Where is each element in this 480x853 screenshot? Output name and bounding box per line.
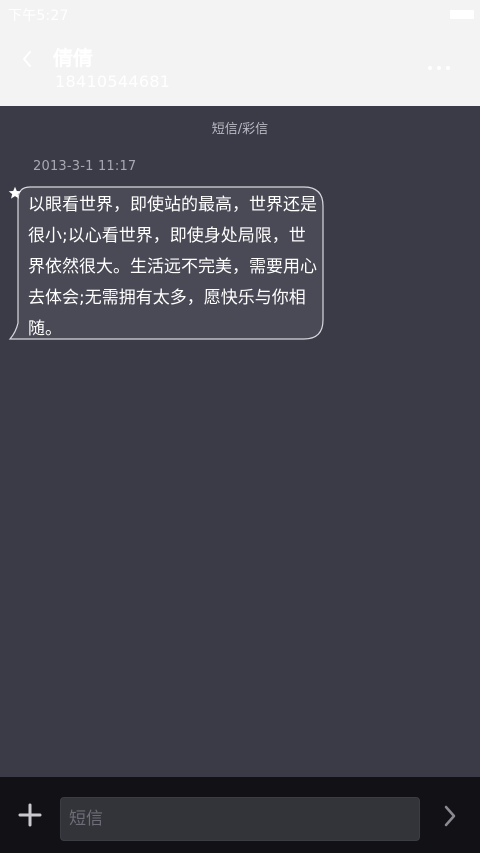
contact-name: 倩倩 [53, 46, 93, 70]
more-button[interactable] [424, 58, 454, 78]
message-timestamp: 2013-3-1 11:17 [33, 159, 137, 174]
message-input[interactable] [60, 797, 420, 841]
chevron-left-icon [23, 51, 31, 67]
status-time: 下午5:27 [8, 8, 69, 24]
header: 下午5:27 倩倩 18410544681 [0, 0, 480, 106]
plus-icon [18, 803, 42, 827]
chevron-right-icon [444, 805, 456, 827]
composer-bar [0, 777, 480, 853]
message-text: 以眼看世界，即使站的最高，世界还是很小;以心看世界，即使身处局限，世界依然很大。… [28, 195, 317, 339]
battery-icon [450, 10, 474, 19]
add-attachment-button[interactable] [16, 801, 44, 829]
star-icon [8, 186, 22, 199]
message-bubble[interactable]: 以眼看世界，即使站的最高，世界还是很小;以心看世界，即使身处局限，世界依然很大。… [8, 186, 326, 342]
contact-number: 18410544681 [55, 72, 171, 91]
conversation-screen: 下午5:27 倩倩 18410544681 短信/彩信 2013-3-1 11:… [0, 0, 480, 853]
message-type-label: 短信/彩信 [211, 122, 269, 137]
send-button[interactable] [440, 803, 460, 829]
more-dots-icon [428, 66, 450, 70]
back-button[interactable] [16, 44, 42, 74]
